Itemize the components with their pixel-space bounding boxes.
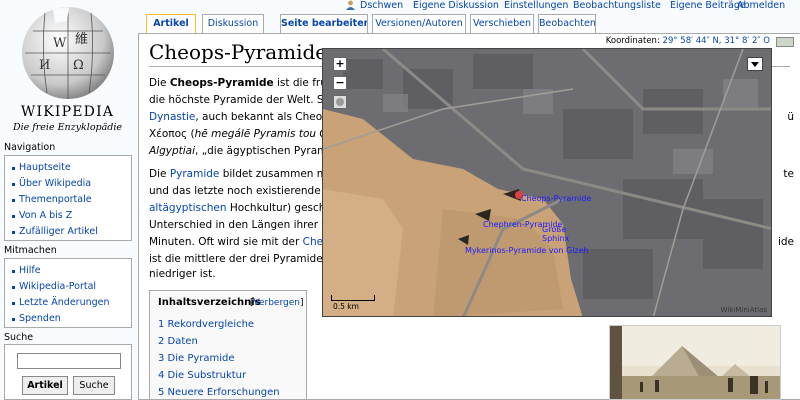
right-edge-text-2: te [783,168,794,180]
paragraph2-line7: niedriger ist. [149,268,216,280]
tab-verschieben[interactable]: Verschieben [470,14,534,33]
go-button[interactable]: Artikel [22,376,68,395]
toc-item[interactable]: 5 Neuere Erforschungen [158,387,280,398]
personal-tools: Dschwen Eigene Diskussion Einstellungen … [340,0,800,12]
tab-beobachten[interactable]: Beobachten [538,14,596,33]
paragraph2-line2: und das letzte noch existierende W [149,183,334,200]
altaegyptisch-link[interactable]: altägyptischen [149,202,227,214]
right-edge-text-1: ü [787,111,794,123]
map-label-mykerinos[interactable]: Mykerinos-Pyramide von Gizeh [465,246,589,255]
tab-seite-bearbeiten[interactable]: Seite bearbeiten [280,14,368,33]
wikipedia-logo[interactable]: WΩ И 維 Wikipedia Die freie Enzyklopädie [0,0,135,140]
paragraph1-line5: Algyptiai, „die ägyptischen Pyramid [149,145,337,157]
toc-item[interactable]: 1 Rekordvergleiche [158,319,254,330]
map-options-dropdown[interactable] [747,57,763,71]
tab-artikel[interactable]: Artikel [146,14,196,35]
participate-heading: Mitmachen [4,245,57,256]
paragraph1-line3: Dynastie, auch bekannt als Cheops [149,111,335,123]
coordinates-label: Koordinaten: [605,36,660,46]
toc-title: Inhaltsverzeichnis [158,297,261,308]
toc-item[interactable]: 2 Daten [158,336,198,347]
contributions-link[interactable]: Eigene Beiträge [670,0,746,11]
svg-text:Ω: Ω [73,58,84,73]
paragraph1-line1: Die Cheops-Pyramide ist die frühe [149,77,340,89]
nav-item-von-a-bis-z[interactable]: Von A bis Z [11,208,125,224]
svg-text:維: 維 [75,32,88,47]
paragraph2-line1: Die Pyramide bildet zusammen mi [149,168,330,180]
coordinates-value[interactable]: 29° 58′ 44″ N, 31° 8′ 2″ O [663,36,770,46]
toc-toggle[interactable]: [Verbergen] [250,298,303,308]
toc-item[interactable]: 3 Die Pyramide [158,353,235,364]
map-credit: WikiMiniAtlas [720,306,767,314]
svg-text:W: W [53,36,67,51]
zoom-out-button[interactable]: − [333,76,347,90]
nav-item-ueber-wikipedia[interactable]: Über Wikipedia [11,176,125,192]
search-input[interactable] [17,353,121,369]
paragraph2-line5: Minuten. Oft wird sie mit der Chep [149,236,330,248]
right-edge-text-3: ide [777,236,794,248]
participate-item-portal[interactable]: Wikipedia-Portal [11,279,125,295]
participate-portlet: Hilfe Wikipedia-Portal Letzte Änderungen… [4,258,132,328]
nav-item-zufaelliger-artikel[interactable]: Zufälliger Artikel [11,224,125,240]
paragraph2-line4: Unterschied in den Längen ihrer vie [149,219,337,231]
paragraph1-line2: die höchste Pyramide der Welt. Sie [149,94,333,106]
map-popup[interactable]: + − Cheops-Pyramide Chephren-Pyramide Gr… [322,48,772,317]
zoom-in-button[interactable]: + [333,57,347,71]
scale-bar [331,295,375,301]
tab-diskussion[interactable]: Diskussion [202,14,264,33]
satellite-map[interactable] [323,49,772,317]
participate-item-recent-changes[interactable]: Letzte Änderungen [11,295,125,311]
user-link[interactable]: Dschwen [360,0,403,11]
toc-item[interactable]: 4 Die Substruktur [158,370,246,381]
watchlist-link[interactable]: Beobachtungsliste [573,0,661,11]
tab-versionen[interactable]: Versionen/Autoren [372,14,466,33]
pyramide-link[interactable]: Pyramide [170,168,220,180]
participate-item-hilfe[interactable]: Hilfe [11,263,125,279]
coordinates: Koordinaten: 29° 58′ 44″ N, 31° 8′ 2″ O [606,36,770,46]
user-icon [346,0,355,10]
logout-link[interactable]: Abmelden [737,0,785,11]
logo-tagline: Die freie Enzyklopädie [12,122,123,133]
navigation-heading: Navigation [4,142,56,153]
map-label-cheops[interactable]: Cheops-Pyramide [521,194,591,203]
locate-button[interactable] [333,95,347,109]
table-of-contents: Inhaltsverzeichnis [Verbergen] 1 Rekordv… [149,290,307,399]
search-button[interactable]: Suche [73,376,115,395]
nav-item-themenportale[interactable]: Themenportale [11,192,125,208]
navigation-portlet: Hauptseite Über Wikipedia Themenportale … [4,155,132,241]
puzzle-globe-icon: WΩ И 維 [22,7,114,99]
search-portlet: Artikel Suche [4,344,132,400]
logo-wordmark: Wikipedia [20,104,115,120]
paragraph1-line4: Χέοπος (hē megálē Pyramis tou Ch [149,128,334,140]
pyramids-photo[interactable] [609,325,781,400]
paragraph2-line3: altägyptischen Hochkultur) geschät [149,202,337,214]
page-title: Cheops-Pyramide [149,40,328,64]
svg-text:И: И [39,58,50,73]
preferences-link[interactable]: Einstellungen [504,0,568,11]
map-label-sphinx[interactable]: Große Sphinx [542,225,569,243]
nav-item-hauptseite[interactable]: Hauptseite [11,160,125,176]
participate-item-donate[interactable]: Spenden [11,311,125,327]
search-heading: Suche [4,332,34,343]
dynastie-link[interactable]: Dynastie [149,111,195,123]
map-toggle-icon[interactable] [776,37,794,47]
talk-link[interactable]: Eigene Diskussion [413,0,499,11]
scale-label: 0.5 km [333,302,359,311]
